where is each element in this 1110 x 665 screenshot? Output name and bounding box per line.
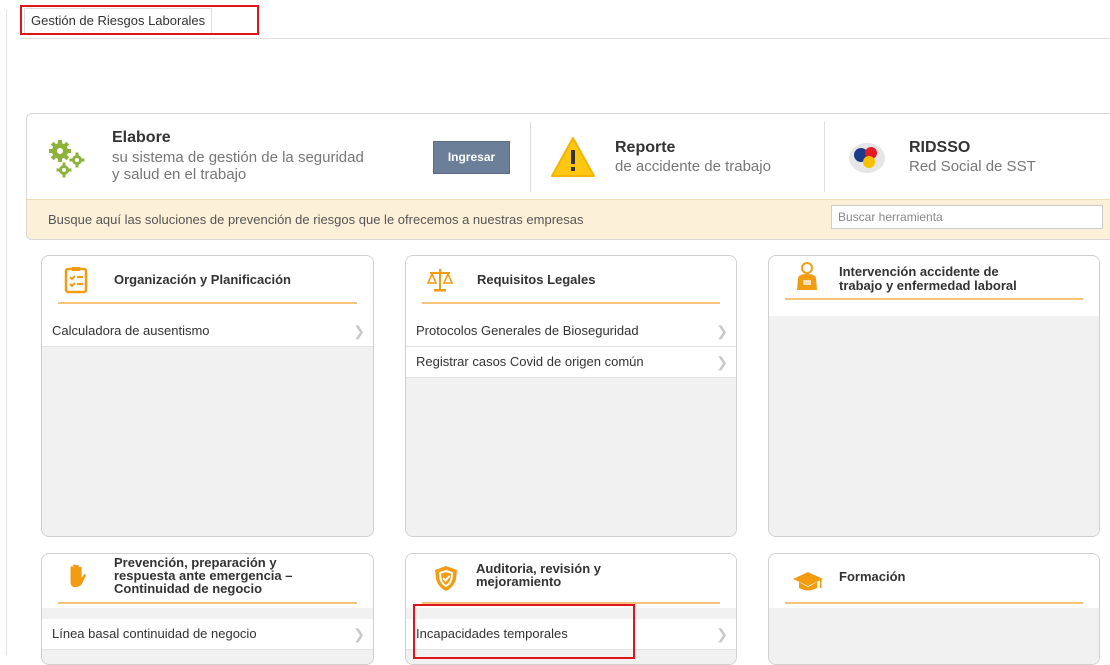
item-label: Calculadora de ausentismo (52, 323, 210, 338)
item-label: Incapacidades temporales (416, 626, 568, 641)
injured-worker-icon (797, 262, 817, 290)
card-body: Protocolos Generales de Bioseguridad ❯ R… (406, 316, 736, 536)
search-description: Busque aquí las soluciones de prevención… (48, 212, 584, 227)
card-formacion: Formación (768, 553, 1100, 665)
card-title: Requisitos Legales (477, 272, 596, 287)
scales-icon (426, 269, 454, 292)
search-tool-input[interactable] (831, 205, 1103, 229)
shield-icon (435, 566, 457, 591)
card-body (769, 619, 1099, 664)
ridsso-subtitle: Red Social de SST (909, 158, 1036, 175)
card-header: Requisitos Legales (406, 256, 736, 316)
card-title-underline (785, 298, 1083, 300)
ridsso-title: RIDSSO (909, 139, 971, 156)
chevron-right-icon: ❯ (353, 626, 365, 642)
list-item-incapacidades-temporales[interactable]: Incapacidades temporales ❯ (406, 619, 736, 650)
services-banner: Elabore su sistema de gestión de la segu… (26, 113, 1110, 240)
card-body: Línea basal continuidad de negocio ❯ (42, 619, 373, 664)
card-header: Prevención, preparación y respuesta ante… (42, 554, 373, 608)
card-body: Calculadora de ausentismo ❯ (42, 316, 373, 536)
card-title-underline (422, 602, 720, 604)
divider (530, 122, 531, 192)
card-header: Auditoria, revisión y mejoramiento (406, 554, 736, 608)
item-label: Línea basal continuidad de negocio (52, 626, 257, 641)
card-body (769, 316, 1099, 536)
search-bar: Busque aquí las soluciones de prevención… (27, 199, 1110, 239)
list-item-registrar-covid[interactable]: Registrar casos Covid de origen común ❯ (406, 347, 736, 378)
card-title-underline (422, 302, 720, 304)
card-title-underline (785, 602, 1083, 604)
card-title-line-2: trabajo y enfermedad laboral (839, 278, 1017, 293)
reporte-section[interactable]: Reporte de accidente de trabajo (532, 114, 822, 202)
card-title: Organización y Planificación (114, 272, 291, 287)
stop-hand-icon (70, 564, 87, 588)
elabore-subtitle-1: su sistema de gestión de la seguridad (112, 149, 364, 166)
divider (824, 122, 825, 192)
card-header: Formación (769, 554, 1099, 608)
card-title-line-2: mejoramiento (476, 574, 562, 589)
card-intervencion: Intervención accidente de trabajo y enfe… (768, 255, 1100, 537)
list-item-protocolos-bioseguridad[interactable]: Protocolos Generales de Bioseguridad ❯ (406, 316, 736, 347)
reporte-subtitle: de accidente de trabajo (615, 158, 771, 175)
card-header: Organización y Planificación (42, 256, 373, 316)
list-item-calculadora-ausentismo[interactable]: Calculadora de ausentismo ❯ (42, 316, 373, 347)
card-organizacion: Organización y Planificación Calculadora… (41, 255, 374, 537)
chevron-right-icon: ❯ (716, 323, 728, 339)
gears-icon (49, 140, 85, 178)
card-title-line-3: Continuidad de negocio (114, 581, 263, 596)
checklist-icon (64, 267, 88, 294)
chevron-right-icon: ❯ (716, 626, 728, 642)
elabore-section: Elabore su sistema de gestión de la segu… (27, 114, 527, 202)
ridsso-logo-icon (849, 143, 885, 173)
card-header: Intervención accidente de trabajo y enfe… (769, 256, 1099, 316)
card-title: Formación (839, 569, 906, 584)
page-left-border (6, 10, 7, 655)
tab-bar: Gestión de Riesgos Laborales (20, 8, 1110, 39)
card-requisitos-legales: Requisitos Legales Protocolos Generales … (405, 255, 737, 537)
tab-gestion-riesgos[interactable]: Gestión de Riesgos Laborales (24, 8, 213, 33)
item-label: Registrar casos Covid de origen común (416, 354, 644, 369)
card-title-underline (58, 302, 357, 304)
list-item-linea-basal[interactable]: Línea basal continuidad de negocio ❯ (42, 619, 373, 650)
elabore-title: Elabore (112, 129, 171, 146)
ridsso-section[interactable]: RIDSSO Red Social de SST (827, 114, 1110, 202)
card-prevencion: Prevención, preparación y respuesta ante… (41, 553, 374, 665)
item-label: Protocolos Generales de Bioseguridad (416, 323, 639, 338)
card-body: Incapacidades temporales ❯ (406, 619, 736, 664)
warning-icon (551, 137, 595, 177)
chevron-right-icon: ❯ (353, 323, 365, 339)
chevron-right-icon: ❯ (716, 354, 728, 370)
card-title-underline (58, 602, 357, 604)
card-auditoria: Auditoria, revisión y mejoramiento Incap… (405, 553, 737, 665)
card-title-line-1: Intervención accidente de (839, 264, 999, 279)
ingresar-button[interactable]: Ingresar (433, 141, 510, 174)
reporte-title: Reporte (615, 139, 676, 156)
elabore-subtitle-2: y salud en el trabajo (112, 166, 247, 183)
graduation-cap-icon (793, 572, 823, 591)
